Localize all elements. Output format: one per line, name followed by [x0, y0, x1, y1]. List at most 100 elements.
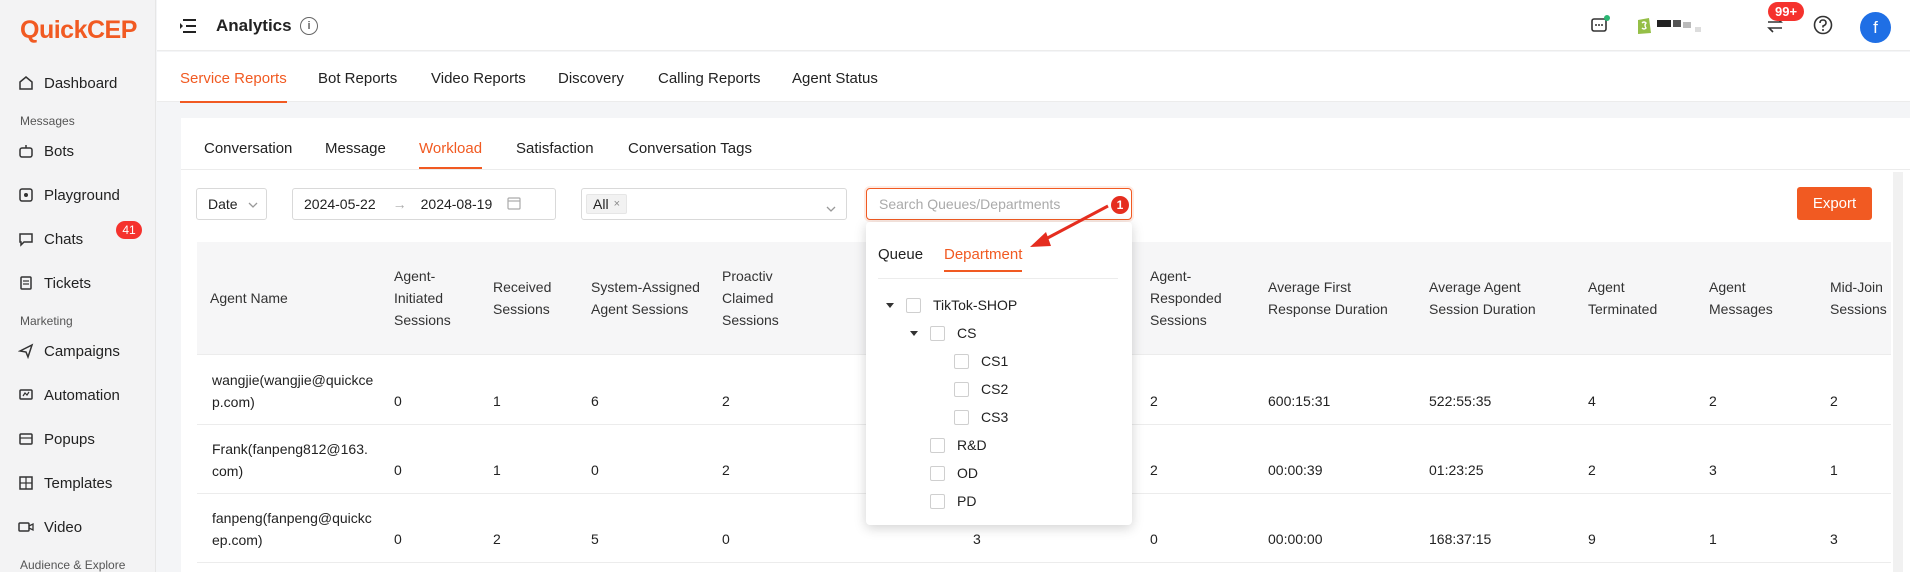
tab-queue[interactable]: Queue	[878, 246, 923, 263]
checkbox[interactable]	[906, 297, 921, 313]
sidebar-item-playground[interactable]: Playground	[18, 182, 120, 208]
tab-video-reports[interactable]: Video Reports	[431, 70, 526, 87]
sidebar-item-label: Video	[44, 518, 83, 536]
sidebar-item-dashboard[interactable]: Dashboard	[18, 70, 117, 96]
cell-first-response: 00:00:39	[1268, 462, 1323, 478]
chevron-down-icon	[826, 200, 836, 216]
tree-item-cs1[interactable]: CS1	[934, 351, 1008, 371]
cell-partially-hidden: 3	[973, 531, 981, 547]
caret-down-icon[interactable]	[886, 302, 894, 308]
start-date[interactable]: 2024-05-22	[304, 196, 376, 212]
sidebar-item-tickets[interactable]: Tickets	[18, 270, 91, 296]
checkbox[interactable]	[954, 409, 969, 425]
caret-down-icon[interactable]	[910, 330, 918, 336]
menu-fold-icon[interactable]	[179, 18, 197, 38]
date-range-picker[interactable]: 2024-05-22 → 2024-08-19	[292, 188, 556, 220]
sidebar-item-bots[interactable]: Bots	[18, 138, 74, 164]
tab-discovery[interactable]: Discovery	[558, 70, 624, 87]
sidebar-item-automation[interactable]: Automation	[18, 382, 120, 408]
tab-bot-reports[interactable]: Bot Reports	[318, 70, 397, 87]
tab-agent-status[interactable]: Agent Status	[792, 70, 878, 87]
sidebar-item-templates[interactable]: Templates	[18, 470, 112, 496]
tab-calling-reports[interactable]: Calling Reports	[658, 70, 761, 87]
sidebar-item-campaigns[interactable]: Campaigns	[18, 338, 120, 364]
chat-icon	[18, 231, 34, 247]
cell-received: 2	[493, 531, 501, 547]
tree-item-cs3[interactable]: CS3	[934, 407, 1008, 427]
sidebar: QuickCEP Dashboard Messages Bots Playgro…	[0, 0, 156, 572]
cell-initiated: 0	[394, 462, 402, 478]
video-icon	[18, 519, 34, 535]
tree-item-label: OD	[957, 465, 978, 481]
col-session-duration[interactable]: Average Agent Session Duration	[1429, 276, 1536, 320]
help-icon[interactable]	[1812, 14, 1834, 40]
col-received[interactable]: Received Sessions	[493, 276, 551, 320]
export-button[interactable]: Export	[1797, 187, 1872, 220]
checkbox[interactable]	[930, 325, 945, 341]
cell-session-duration: 168:37:15	[1429, 531, 1492, 547]
col-agent-initiated[interactable]: Agent- Initiated Sessions	[394, 265, 451, 331]
range-arrow: →	[392, 196, 407, 212]
sidebar-item-label: Chats	[44, 230, 84, 248]
popup-icon	[18, 431, 34, 447]
tab-satisfaction[interactable]: Satisfaction	[516, 140, 594, 157]
cell-mid-join: 1	[1830, 462, 1838, 478]
cell-responded: 0	[1150, 531, 1158, 547]
template-icon	[18, 475, 34, 491]
checkbox[interactable]	[930, 465, 945, 481]
col-agent-messages[interactable]: Agent Messages	[1709, 276, 1773, 320]
ticket-icon	[18, 275, 34, 291]
sidebar-item-label: Campaigns	[44, 342, 120, 360]
tab-conversation[interactable]: Conversation	[204, 140, 292, 157]
agent-select[interactable]: All ×	[581, 188, 847, 220]
checkbox[interactable]	[954, 353, 969, 369]
agent-tag-label: All	[593, 196, 609, 212]
vertical-scrollbar[interactable]	[1893, 172, 1903, 572]
checkbox[interactable]	[954, 381, 969, 397]
cell-messages: 1	[1709, 531, 1717, 547]
tree-item-cs[interactable]: CS	[910, 323, 976, 343]
col-mid-join[interactable]: Mid-Join Sessions	[1830, 276, 1891, 320]
sidebar-item-video[interactable]: Video	[18, 514, 82, 540]
tree-item-pd[interactable]: PD	[910, 491, 976, 511]
col-first-response[interactable]: Average First Response Duration	[1268, 276, 1388, 320]
col-system-assigned[interactable]: System-Assigned Agent Sessions	[591, 276, 700, 320]
info-icon[interactable]: i	[300, 17, 318, 35]
tree-item-tiktok-shop[interactable]: TikTok-SHOP	[886, 295, 1017, 315]
col-agent-name[interactable]: Agent Name	[210, 287, 288, 309]
close-icon[interactable]: ×	[614, 198, 620, 210]
tree-item-od[interactable]: OD	[910, 463, 978, 483]
tree-item-rd[interactable]: R&D	[910, 435, 987, 455]
message-icon[interactable]	[1589, 14, 1611, 40]
notification-badge: 99+	[1768, 2, 1805, 21]
cell-assigned: 0	[591, 462, 599, 478]
tab-department[interactable]: Department	[944, 246, 1023, 272]
shopify-icon[interactable]	[1635, 14, 1653, 40]
tree-item-label: PD	[957, 493, 977, 509]
cell-agent-name: fanpeng(fanpeng@quickc ep.com)	[212, 510, 372, 548]
send-icon	[18, 343, 34, 359]
col-agent-responded[interactable]: Agent- Responded Sessions	[1150, 265, 1222, 331]
tab-service-reports[interactable]: Service Reports	[180, 70, 287, 103]
checkbox[interactable]	[930, 437, 945, 453]
store-flag-icon[interactable]	[1657, 18, 1707, 38]
dropdown-divider	[878, 278, 1118, 279]
sidebar-item-chats[interactable]: Chats	[18, 226, 83, 252]
checkbox[interactable]	[930, 493, 945, 509]
avatar[interactable]: f	[1860, 12, 1891, 43]
cell-mid-join: 2	[1830, 393, 1838, 409]
tab-conversation-tags[interactable]: Conversation Tags	[628, 140, 752, 157]
tab-workload[interactable]: Workload	[419, 140, 483, 169]
col-agent-terminated[interactable]: Agent Terminated	[1588, 276, 1657, 320]
step-marker: 1	[1111, 196, 1129, 214]
tab-message[interactable]: Message	[325, 140, 386, 157]
tree-item-cs2[interactable]: CS2	[934, 379, 1008, 399]
cell-messages: 2	[1709, 393, 1717, 409]
brand-logo[interactable]: QuickCEP	[20, 16, 137, 45]
sidebar-item-label: Automation	[44, 386, 120, 404]
sidebar-item-label: Dashboard	[44, 74, 118, 92]
col-proactive-claimed[interactable]: Proactiv Claimed Sessions	[722, 265, 779, 331]
date-type-select[interactable]: Date	[196, 188, 267, 220]
sidebar-item-popups[interactable]: Popups	[18, 426, 95, 452]
end-date[interactable]: 2024-08-19	[421, 196, 493, 212]
